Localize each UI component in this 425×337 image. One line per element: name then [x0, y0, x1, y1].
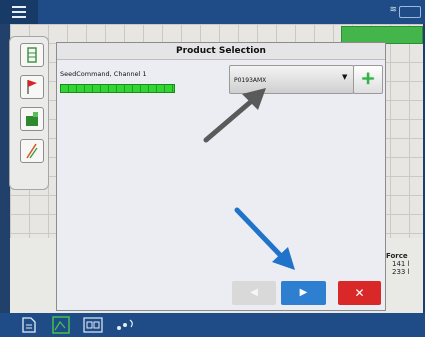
cancel-button[interactable]: ✕: [338, 281, 381, 305]
hamburger-icon-line: [12, 11, 26, 13]
force-value-2: 233 l: [392, 268, 410, 276]
layers-tab[interactable]: [20, 43, 44, 67]
product-selection-dialog: Product Selection SeedCommand, Channel 1…: [56, 42, 386, 311]
chevron-down-icon: ▼: [342, 73, 348, 81]
document-icon[interactable]: [22, 317, 36, 333]
force-value-1: 141 l: [392, 260, 410, 268]
layers-icon: [27, 47, 37, 63]
add-product-button[interactable]: +: [353, 65, 383, 94]
run-screen-icon[interactable]: [83, 317, 103, 333]
field-tab[interactable]: [20, 107, 44, 131]
bottom-bar: [0, 313, 425, 337]
product-dropdown[interactable]: P0193AMX ▼: [229, 65, 354, 94]
arrow-right-icon: ▶: [299, 287, 308, 298]
arrow-left-icon: ◀: [250, 287, 258, 298]
left-tool-tabs: [9, 36, 49, 190]
footprints-icon[interactable]: [113, 317, 137, 333]
guidance-icon: [26, 143, 38, 159]
channel-status-bar: [60, 84, 175, 93]
guidance-tab[interactable]: [20, 139, 44, 163]
force-label: Force: [386, 252, 408, 260]
plus-icon: +: [360, 68, 376, 89]
flag-icon: [27, 80, 37, 94]
close-icon: ✕: [354, 286, 365, 300]
map-view-icon[interactable]: [52, 316, 70, 334]
hamburger-icon: [12, 6, 26, 8]
back-button[interactable]: ◀: [232, 281, 276, 305]
gps-status-icon: [399, 6, 421, 18]
menu-button[interactable]: [0, 0, 38, 24]
right-info-panel: Force 141 l 233 l: [386, 252, 425, 292]
product-dropdown-value: P0193AMX: [234, 77, 267, 84]
signal-icon: ≋: [389, 5, 397, 15]
dialog-title: Product Selection: [57, 43, 385, 60]
next-button[interactable]: ▶: [281, 281, 326, 305]
flag-tab[interactable]: [20, 75, 44, 99]
field-icon: [26, 112, 38, 126]
channel-label: SeedCommand, Channel 1: [60, 70, 147, 78]
hamburger-icon-line: [12, 16, 26, 18]
status-icons: ≋: [337, 5, 397, 19]
